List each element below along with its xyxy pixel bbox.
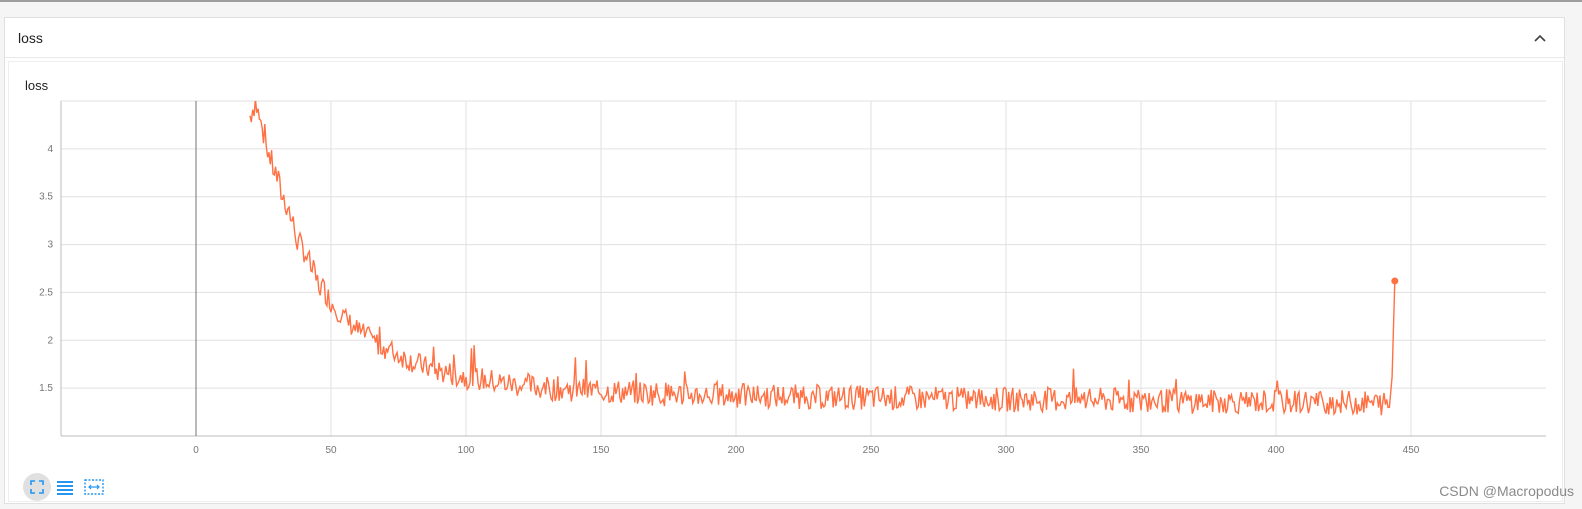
scalar-card: loss loss 1.5 2 2.5 3 3.5 4 0 50 100 150 200 250 300… [4,17,1565,504]
toggle-y-log-icon [84,479,104,495]
plot-panel: loss 1.5 2 2.5 3 3.5 4 0 50 100 150 200 250 300 350 40… [8,61,1563,502]
x-tick-label: 350 [1133,445,1150,456]
x-tick-label: 150 [593,445,610,456]
loss-series-line[interactable] [249,99,1396,417]
y-tick-label: 2 [47,335,53,346]
top-divider [0,0,1582,2]
x-tick-label: 250 [863,445,880,456]
y-tick-label: 2.5 [39,287,53,298]
card-title: loss [18,30,43,46]
toggle-y-log-button[interactable] [80,473,108,501]
x-tick-label: 300 [998,445,1015,456]
y-tick-label: 4 [47,144,53,155]
last-point-marker[interactable] [1391,277,1399,285]
x-tick-label: 400 [1268,445,1285,456]
list-icon [57,481,73,495]
card-header[interactable]: loss [5,18,1564,58]
x-tick-label: 200 [728,445,745,456]
list-button[interactable] [51,473,79,501]
x-tick-label: 100 [458,445,475,456]
chevron-up-icon [1534,34,1546,42]
x-tick-label: 450 [1403,445,1420,456]
y-tick-label: 3.5 [39,192,53,203]
loss-line-chart[interactable]: 1.5 2 2.5 3 3.5 4 0 50 100 150 200 250 300 350 400 450 [9,62,1564,503]
collapse-button[interactable] [1530,28,1550,48]
y-tick-label: 1.5 [39,383,53,394]
y-tick-label: 3 [47,240,53,251]
watermark: CSDN @Macropodus [1439,483,1574,499]
x-tick-label: 50 [325,445,337,456]
fit-domain-icon [30,480,44,494]
x-tick-label: 0 [193,445,199,456]
fit-domain-button[interactable] [23,473,51,501]
